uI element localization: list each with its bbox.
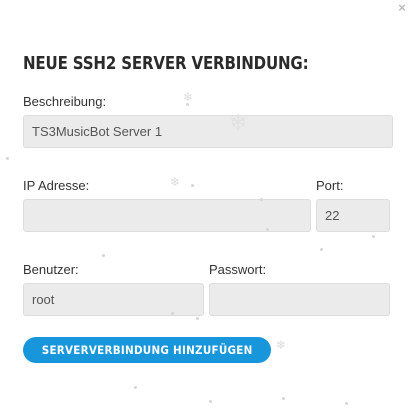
close-icon[interactable]: × — [396, 1, 408, 14]
snow-dot — [134, 386, 137, 389]
dialog-title: NEUE SSH2 SERVER VERBINDUNG: — [23, 54, 309, 74]
snow-dot — [196, 317, 199, 320]
snowflake-icon: ❄ — [183, 90, 194, 104]
snow-dot — [6, 157, 9, 160]
username-field[interactable]: root — [23, 283, 204, 316]
username-label: Benutzer: — [23, 262, 79, 277]
snowflake-icon: ❄ — [276, 338, 287, 352]
port-field[interactable]: 22 — [316, 199, 390, 232]
password-label: Passwort: — [209, 262, 267, 277]
snow-dot — [372, 235, 375, 238]
snowflake-icon: ❄ — [170, 175, 181, 189]
snow-dot — [260, 198, 263, 201]
ip-address-label: IP Adresse: — [23, 178, 90, 193]
description-label: Beschreibung: — [23, 94, 107, 109]
ssh-connection-dialog: × NEUE SSH2 SERVER VERBINDUNG: Beschreib… — [0, 0, 413, 408]
port-label: Port: — [316, 178, 344, 193]
snow-dot — [345, 402, 348, 405]
snow-dot — [320, 248, 323, 251]
snow-dot — [171, 312, 174, 315]
add-server-connection-button-label: SERVERVERBINDUNG HINZUFÜGEN — [41, 343, 253, 357]
snow-dot — [186, 103, 189, 106]
description-field[interactable]: TS3MusicBot Server 1 — [23, 115, 393, 148]
snow-dot — [209, 400, 212, 403]
snow-dot — [266, 228, 269, 231]
snow-dot — [191, 184, 194, 187]
snow-dot — [102, 254, 105, 257]
add-server-connection-button[interactable]: SERVERVERBINDUNG HINZUFÜGEN — [23, 337, 271, 363]
snow-dot — [282, 397, 285, 400]
password-field[interactable] — [209, 283, 390, 316]
snowflake-icon: ❄ — [229, 110, 248, 135]
